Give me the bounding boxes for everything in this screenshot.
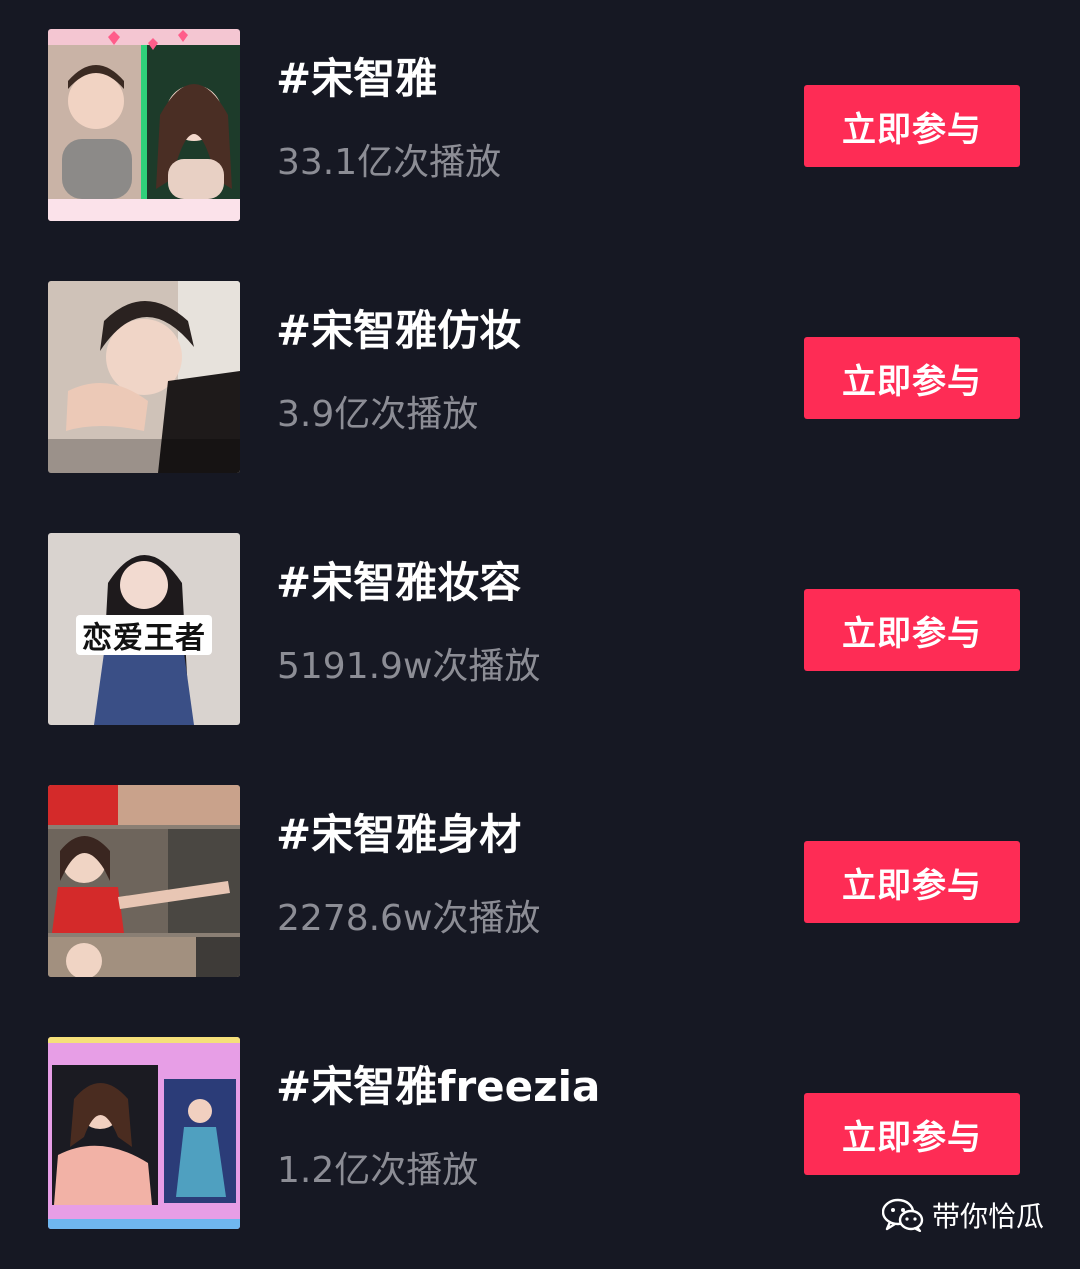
join-button[interactable]: 立即参与 bbox=[804, 841, 1020, 923]
view-count: 2278.6w次播放 bbox=[277, 898, 541, 939]
topic-title[interactable]: #宋智雅妆容 bbox=[276, 555, 521, 611]
topic-row[interactable]: #宋智雅身材 2278.6w次播放 立即参与 bbox=[0, 785, 1080, 977]
topic-title[interactable]: #宋智雅身材 bbox=[276, 807, 521, 863]
watermark: 带你恰瓜 bbox=[881, 1195, 1044, 1235]
thumbnail-image bbox=[48, 785, 240, 977]
topic-title[interactable]: #宋智雅仿妆 bbox=[276, 303, 521, 359]
topic-title[interactable]: #宋智雅freezia bbox=[276, 1059, 600, 1115]
view-count: 33.1亿次播放 bbox=[277, 142, 502, 183]
thumbnail-image bbox=[48, 281, 240, 473]
wechat-icon bbox=[881, 1198, 924, 1232]
topic-row[interactable]: #宋智雅 33.1亿次播放 立即参与 bbox=[0, 29, 1080, 221]
thumbnail-image bbox=[48, 1037, 240, 1229]
view-count: 5191.9w次播放 bbox=[277, 646, 541, 687]
join-button[interactable]: 立即参与 bbox=[804, 589, 1020, 671]
join-button[interactable]: 立即参与 bbox=[804, 85, 1020, 167]
view-count: 1.2亿次播放 bbox=[277, 1150, 479, 1191]
topic-row[interactable]: 恋爱王者 #宋智雅妆容 5191.9w次播放 立即参与 bbox=[0, 533, 1080, 725]
topic-title[interactable]: #宋智雅 bbox=[276, 51, 437, 107]
join-button[interactable]: 立即参与 bbox=[804, 1093, 1020, 1175]
view-count: 3.9亿次播放 bbox=[277, 394, 479, 435]
join-button[interactable]: 立即参与 bbox=[804, 337, 1020, 419]
topic-thumbnail[interactable] bbox=[48, 29, 240, 221]
topic-thumbnail[interactable]: 恋爱王者 bbox=[48, 533, 240, 725]
thumbnail-image bbox=[48, 29, 240, 221]
topic-thumbnail[interactable] bbox=[48, 785, 240, 977]
watermark-text: 带你恰瓜 bbox=[931, 1200, 1044, 1233]
thumbnail-badge: 恋爱王者 bbox=[82, 621, 206, 656]
topic-thumbnail[interactable] bbox=[48, 1037, 240, 1229]
topic-row[interactable]: #宋智雅仿妆 3.9亿次播放 立即参与 bbox=[0, 281, 1080, 473]
topic-thumbnail[interactable] bbox=[48, 281, 240, 473]
